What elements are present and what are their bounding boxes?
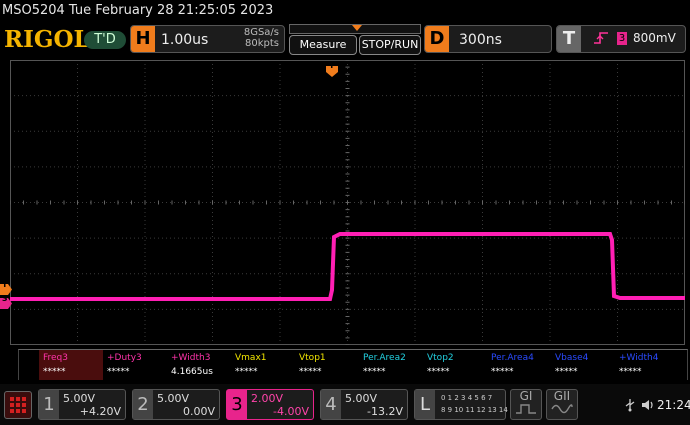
trigger-panel[interactable]: T 3 800mV xyxy=(556,25,686,53)
ch3-ground-label: 3 xyxy=(2,294,8,303)
usb-icon xyxy=(624,398,636,416)
menu-grid-icon[interactable] xyxy=(4,391,32,419)
measurement-item[interactable]: Per.Area2 ***** xyxy=(359,350,419,380)
measurement-value: ***** xyxy=(299,367,322,377)
logic-analyzer-panel[interactable]: L 0 1 2 3 4 5 6 7 8 9 10 11 12 13 14 15 xyxy=(414,389,519,420)
channel-4-panel[interactable]: 4 5.00V -13.2V xyxy=(320,389,408,420)
clock-time: 21:24 xyxy=(657,398,690,412)
channel-1-number: 1 xyxy=(39,390,59,419)
channel-2-scale: 5.00V xyxy=(157,392,190,405)
waveform-grid[interactable] xyxy=(10,60,685,345)
measurement-name: Vbase4 xyxy=(555,353,589,363)
trigger-level: 800mV xyxy=(633,31,676,45)
measurement-value: ***** xyxy=(363,367,386,377)
delay-letter: D xyxy=(425,26,449,52)
logic-row-2: 8 9 10 11 12 13 14 15 xyxy=(441,406,519,414)
trigger-level-marker[interactable]: T xyxy=(0,280,12,295)
trigger-time-label: T xyxy=(329,61,335,70)
run-state-badge[interactable]: T'D xyxy=(84,31,126,49)
generator-1-label: GI xyxy=(519,389,533,403)
trigger-letter: T xyxy=(557,26,581,52)
measurement-item[interactable]: Vmax1 ***** xyxy=(231,350,291,380)
stop-run-button[interactable]: STOP/RUN xyxy=(359,35,421,55)
measurement-item[interactable]: Vbase4 ***** xyxy=(551,350,611,380)
window-title: MSO5204 Tue February 28 21:25:05 2023 xyxy=(2,3,274,18)
channel-2-offset: 0.00V xyxy=(182,405,215,418)
speaker-icon[interactable] xyxy=(641,398,655,415)
measurement-name: +Duty3 xyxy=(107,353,142,363)
measurement-name: +Width3 xyxy=(171,353,211,363)
measurement-value: 4.1665us xyxy=(171,367,213,377)
delay-panel[interactable]: D 300ns xyxy=(424,25,552,53)
measurement-item[interactable]: +Width4 ***** xyxy=(615,350,675,380)
delay-value: 300ns xyxy=(459,32,502,48)
channel-1-scale: 5.00V xyxy=(63,392,96,405)
measurement-name: Vtop1 xyxy=(299,353,326,363)
channel-3-scale: 2.00V xyxy=(251,392,284,405)
measurement-value: ***** xyxy=(107,367,130,377)
generator-2-button[interactable]: GII xyxy=(546,389,578,420)
measurement-name: +Width4 xyxy=(619,353,659,363)
channel-4-scale: 5.00V xyxy=(345,392,378,405)
measurement-value: ***** xyxy=(619,367,642,377)
channel-2-panel[interactable]: 2 5.00V 0.00V xyxy=(132,389,220,420)
memory-depth: 80kpts xyxy=(245,38,279,49)
rigol-logo: RIGOL xyxy=(4,26,90,53)
channel-4-number: 4 xyxy=(321,390,341,419)
measurement-item[interactable]: Per.Area4 ***** xyxy=(487,350,547,380)
channel-3-panel[interactable]: 3 2.00V -4.00V xyxy=(226,389,314,420)
measurement-value: ***** xyxy=(43,367,66,377)
channel-3-number: 3 xyxy=(227,390,247,419)
channel-1-panel[interactable]: 1 5.00V +4.20V xyxy=(38,389,126,420)
measurement-name: Freq3 xyxy=(43,353,69,363)
measurement-value: ***** xyxy=(235,367,258,377)
measurement-name: Per.Area2 xyxy=(363,353,406,363)
horizontal-letter: H xyxy=(131,26,155,52)
measurement-item[interactable]: Vtop1 ***** xyxy=(295,350,355,380)
measurement-item[interactable]: Freq3 ***** xyxy=(39,350,103,380)
logic-row-1: 0 1 2 3 4 5 6 7 xyxy=(441,394,493,402)
trigger-time-marker[interactable]: T xyxy=(326,61,338,77)
measurement-bar: Freq3 ***** +Duty3 ***** +Width3 4.1665us Vmax… xyxy=(18,349,688,380)
logic-letter: L xyxy=(415,390,435,419)
measurement-name: Vtop2 xyxy=(427,353,454,363)
horizontal-panel[interactable]: H 1.00us 8GSa/s 80kpts xyxy=(130,25,285,53)
measurement-item[interactable]: +Duty3 ***** xyxy=(103,350,163,380)
timebase-value: 1.00us xyxy=(161,32,209,48)
sample-rate: 8GSa/s xyxy=(243,27,279,38)
measurement-value: ***** xyxy=(555,367,578,377)
measurement-value: ***** xyxy=(427,367,450,377)
generator-1-button[interactable]: GI xyxy=(510,389,542,420)
channel-4-offset: -13.2V xyxy=(367,405,403,418)
measurement-name: Vmax1 xyxy=(235,353,267,363)
measurement-item[interactable]: Vtop2 ***** xyxy=(423,350,483,380)
square-wave-icon xyxy=(516,404,536,414)
rising-edge-icon xyxy=(593,30,609,50)
measurement-name: Per.Area4 xyxy=(491,353,534,363)
trigger-position-marker-icon xyxy=(352,25,362,31)
measurement-value: ***** xyxy=(491,367,514,377)
sample-info: 8GSa/s 80kpts xyxy=(227,27,279,49)
generator-2-label: GII xyxy=(553,389,571,403)
channel-2-number: 2 xyxy=(133,390,153,419)
sine-wave-icon xyxy=(551,404,573,414)
channel-1-offset: +4.20V xyxy=(79,405,121,418)
channel-3-offset: -4.00V xyxy=(273,405,309,418)
measurement-item[interactable]: +Width3 4.1665us xyxy=(167,350,227,380)
trigger-level-label: T xyxy=(2,280,8,289)
ch3-ground-marker[interactable]: 3 xyxy=(0,294,12,309)
measure-button[interactable]: Measure xyxy=(289,35,357,55)
trigger-source-badge: 3 xyxy=(617,32,627,45)
